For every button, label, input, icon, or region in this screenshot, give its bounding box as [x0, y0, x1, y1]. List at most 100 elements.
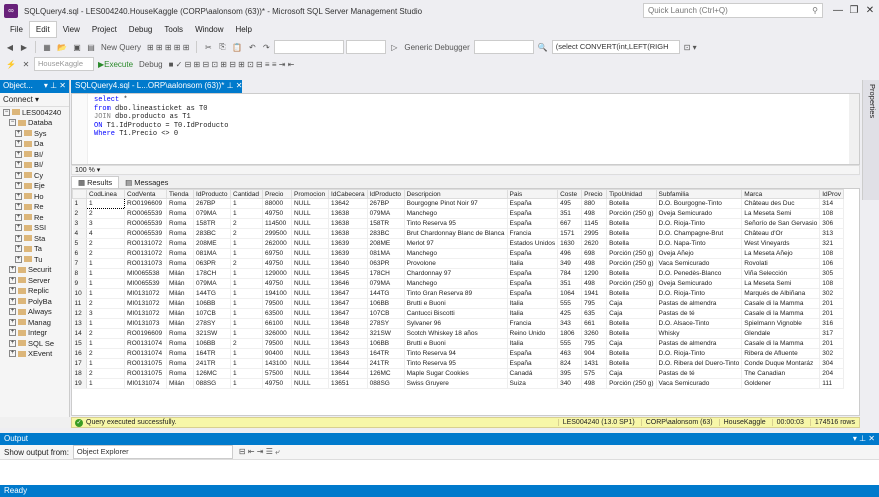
table-row[interactable]: 11 2 MI0131072 Milán 106BB 1 79500 NULL 13647 106…: [72, 298, 845, 309]
table-cell[interactable]: 13647: [328, 298, 368, 309]
tree-hscroll[interactable]: [0, 417, 70, 428]
table-cell[interactable]: 302: [819, 348, 845, 359]
table-cell[interactable]: MI0131072: [124, 288, 167, 299]
row-number[interactable]: 1: [72, 198, 87, 209]
table-cell[interactable]: 13644: [328, 368, 368, 379]
table-row[interactable]: 5 2 RO0131072 Roma 208ME 1 262000 NULL 13639 208M…: [72, 238, 845, 249]
row-number[interactable]: 15: [72, 338, 87, 349]
column-header[interactable]: CodVenta: [124, 189, 167, 199]
table-cell[interactable]: 340: [557, 378, 583, 389]
table-cell[interactable]: D.O. Rioja-Tinto: [656, 218, 743, 229]
table-cell[interactable]: 880: [581, 198, 608, 209]
table-cell[interactable]: Estados Unidos: [507, 238, 559, 249]
tab-results[interactable]: ▦ Results: [71, 176, 120, 188]
table-cell[interactable]: 314: [819, 198, 845, 209]
expand-icon[interactable]: +: [9, 266, 16, 274]
table-cell[interactable]: Roma: [166, 208, 194, 219]
column-header[interactable]: IdProducto: [193, 189, 231, 199]
table-cell[interactable]: 1: [230, 298, 263, 309]
table-cell[interactable]: Manchego: [404, 278, 508, 289]
table-cell[interactable]: 144TG: [367, 288, 405, 299]
row-number[interactable]: 9: [72, 278, 87, 289]
db-query-icons[interactable]: ⊞ ⊞ ⊞ ⊞ ⊞: [145, 40, 191, 54]
table-cell[interactable]: NULL: [291, 308, 329, 319]
table-cell[interactable]: 1: [230, 328, 263, 339]
table-cell[interactable]: NULL: [291, 298, 329, 309]
redo-icon[interactable]: ↷: [260, 40, 272, 54]
table-cell[interactable]: 13647: [328, 308, 368, 319]
table-cell[interactable]: 498: [581, 208, 608, 219]
table-cell[interactable]: 2: [86, 348, 125, 359]
row-number[interactable]: 19: [72, 378, 87, 389]
table-cell[interactable]: 088SG: [367, 378, 405, 389]
table-cell[interactable]: 1: [86, 318, 125, 329]
expand-icon[interactable]: +: [9, 276, 16, 284]
table-cell[interactable]: 2620: [581, 238, 608, 249]
table-cell[interactable]: Italia: [507, 338, 559, 349]
editor-vscroll[interactable]: [849, 94, 859, 164]
table-cell[interactable]: 106: [819, 258, 845, 269]
table-cell[interactable]: RO0065539: [124, 218, 167, 229]
table-cell[interactable]: 13643: [328, 348, 368, 359]
tree-item[interactable]: + SQL Se: [0, 338, 69, 349]
table-cell[interactable]: 13645: [328, 268, 368, 279]
table-cell[interactable]: The Canadian: [741, 368, 821, 379]
table-cell[interactable]: D.O. Rioja-Tinto: [656, 288, 743, 299]
table-cell[interactable]: 1: [86, 258, 125, 269]
table-cell[interactable]: 2: [230, 338, 263, 349]
row-number[interactable]: 11: [72, 298, 87, 309]
table-cell[interactable]: NULL: [291, 258, 329, 269]
tree-item[interactable]: + Server: [0, 275, 69, 286]
tree-item[interactable]: + Ta: [0, 244, 69, 255]
table-cell[interactable]: España: [507, 268, 559, 279]
maximize-button[interactable]: ❐: [846, 3, 862, 18]
platform-combo[interactable]: [346, 40, 387, 54]
table-cell[interactable]: MI0131072: [124, 298, 167, 309]
column-header[interactable]: Subfamilia: [655, 189, 743, 199]
table-cell[interactable]: 063PR: [193, 258, 231, 269]
table-cell[interactable]: 317: [819, 328, 845, 339]
tree-item[interactable]: + Tu: [0, 254, 69, 265]
expand-icon[interactable]: +: [15, 161, 22, 169]
table-cell[interactable]: Scotch Whiskey 18 años: [404, 328, 508, 339]
tree-item[interactable]: + Replic: [0, 286, 69, 297]
table-cell[interactable]: España: [507, 358, 559, 369]
table-cell[interactable]: RO0196609: [124, 328, 167, 339]
table-cell[interactable]: Roma: [166, 348, 194, 359]
table-cell[interactable]: 635: [581, 308, 608, 319]
table-cell[interactable]: 088SG: [193, 378, 231, 389]
table-cell[interactable]: MI0131074: [124, 378, 167, 389]
table-cell[interactable]: 2: [230, 258, 263, 269]
table-cell[interactable]: España: [507, 248, 559, 259]
find-icon[interactable]: 🔍: [536, 40, 550, 54]
table-cell[interactable]: 13651: [328, 378, 368, 389]
table-cell[interactable]: NULL: [291, 228, 329, 239]
table-cell[interactable]: Botella: [606, 318, 657, 329]
sql-editor[interactable]: select * from dbo.lineasticket as T0 JOI…: [71, 93, 860, 165]
table-cell[interactable]: 107CB: [367, 308, 405, 319]
column-header[interactable]: Descripcion: [403, 189, 508, 199]
expand-icon[interactable]: +: [9, 287, 16, 295]
table-cell[interactable]: Roma: [166, 368, 194, 379]
table-cell[interactable]: 1145: [581, 218, 608, 229]
table-cell[interactable]: 158TR: [193, 218, 231, 229]
table-cell[interactable]: 299500: [262, 228, 292, 239]
table-cell[interactable]: 126MC: [367, 368, 405, 379]
table-cell[interactable]: 106BB: [193, 298, 231, 309]
table-cell[interactable]: Italia: [507, 298, 559, 309]
table-cell[interactable]: 1: [86, 278, 125, 289]
table-row[interactable]: 8 1 MI0065538 Milán 178CH 1 129000 NULL 13645 178…: [72, 268, 845, 279]
column-header[interactable]: [72, 189, 87, 199]
output-tool-icons[interactable]: ⊟ ⇤ ⇥ ☰ ⤶: [237, 445, 282, 459]
output-text[interactable]: [0, 459, 879, 485]
expand-icon[interactable]: +: [9, 339, 16, 347]
table-cell[interactable]: D.O. Rioja-Tinto: [656, 348, 743, 359]
row-number[interactable]: 13: [72, 318, 87, 329]
table-cell[interactable]: Tinto Reserva 94: [404, 348, 508, 359]
table-cell[interactable]: Roma: [166, 248, 194, 259]
table-cell[interactable]: NULL: [291, 338, 329, 349]
table-cell[interactable]: 267BP: [367, 198, 405, 209]
generic-debugger-button[interactable]: Generic Debugger: [402, 40, 471, 54]
tree-item[interactable]: + Securit: [0, 265, 69, 276]
menu-view[interactable]: View: [57, 22, 86, 37]
